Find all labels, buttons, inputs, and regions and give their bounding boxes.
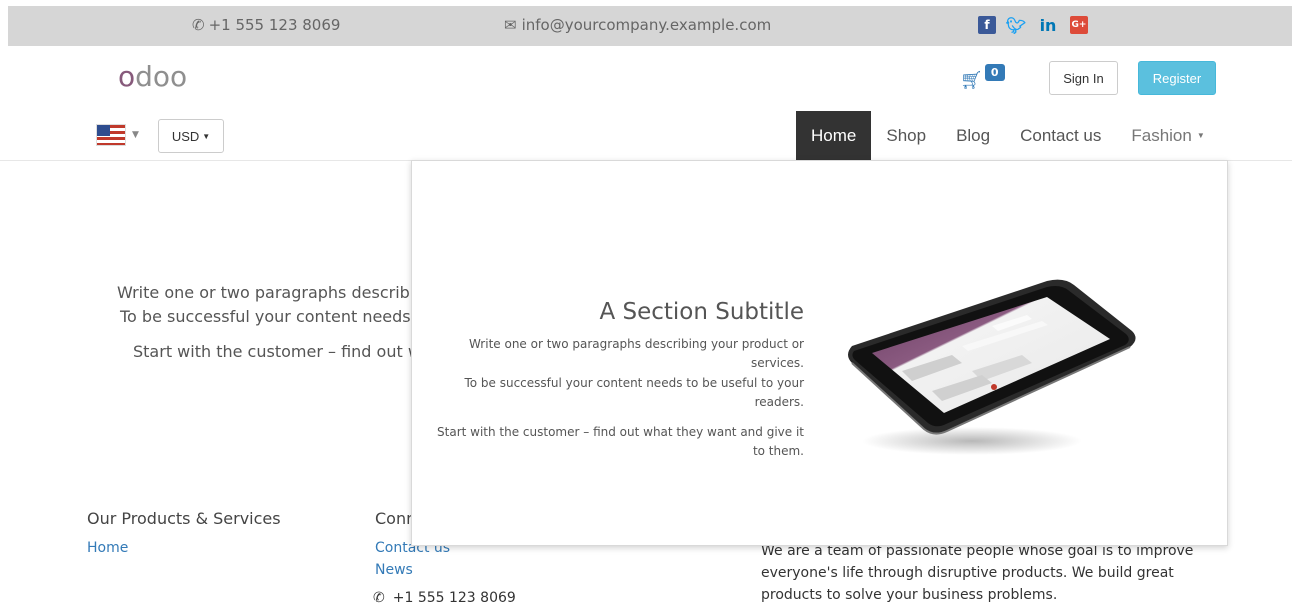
topbar-email-text[interactable]: info@yourcompany.example.com (522, 16, 772, 34)
linkedin-icon[interactable]: in (1036, 16, 1060, 35)
nav-contact-us[interactable]: Contact us (1005, 111, 1116, 160)
fashion-dropdown-panel: A Section Subtitle Write one or two para… (411, 160, 1228, 546)
topbar-phone: ✆ +1 555 123 8069 (192, 16, 340, 34)
nav-blog[interactable]: Blog (941, 111, 1005, 160)
language-selector[interactable] (96, 124, 126, 146)
logo-accent: o (118, 60, 136, 93)
main-nav: Home Shop Blog Contact us Fashion ▼ (796, 111, 1220, 160)
dropdown-paragraph: To be successful your content needs to b… (464, 376, 804, 409)
caret-down-icon[interactable]: ▼ (132, 130, 139, 140)
nav-fashion-label: Fashion (1131, 125, 1192, 145)
us-flag-icon (96, 124, 126, 146)
sign-in-button[interactable]: Sign In (1049, 61, 1118, 95)
cart-button[interactable]: 🛒︎ 0 (960, 64, 1005, 91)
logo-text: doo (135, 60, 188, 93)
tablet-image (848, 279, 1136, 455)
caret-down-icon: ▼ (202, 131, 211, 141)
site-logo[interactable]: odoo (118, 60, 187, 93)
nav-home[interactable]: Home (796, 111, 872, 160)
footer-about-text: We are a team of passionate people whose… (761, 543, 1194, 603)
nav-fashion-dropdown[interactable]: Fashion ▼ (1116, 111, 1219, 160)
topbar-email[interactable]: ✉ info@yourcompany.example.com (504, 16, 771, 34)
twitter-icon[interactable]: 🐦︎ (1006, 16, 1026, 35)
bg-paragraph-line: Start with the customer – find out w (133, 342, 421, 361)
top-contact-bar: ✆ +1 555 123 8069 ✉ info@yourcompany.exa… (8, 6, 1292, 46)
currency-selector[interactable]: USD ▼ (158, 119, 224, 153)
footer-phone-text: +1 555 123 8069 (392, 590, 516, 605)
register-button[interactable]: Register (1138, 61, 1216, 95)
cart-count-badge: 0 (984, 64, 1005, 81)
currency-label: USD (171, 128, 200, 144)
caret-down-icon: ▼ (1196, 131, 1205, 140)
nav-shop[interactable]: Shop (871, 111, 941, 160)
phone-icon: ✆ (192, 16, 205, 34)
cart-icon: 🛒︎ (960, 70, 983, 91)
facebook-icon[interactable]: f (978, 16, 996, 34)
footer-news-link[interactable]: News (375, 562, 413, 578)
bg-paragraph-line: To be successful your content needs (120, 307, 411, 326)
social-links: f 🐦︎ in G+ (978, 16, 1088, 35)
footer-phone: ✆ +1 555 123 8069 (373, 590, 516, 605)
google-plus-icon[interactable]: G+ (1070, 16, 1088, 34)
footer-home-link[interactable]: Home (87, 540, 128, 556)
section-subtitle: A Section Subtitle (599, 299, 804, 325)
footer-products-title: Our Products & Services (87, 509, 281, 528)
phone-icon: ✆ (373, 590, 385, 605)
dropdown-paragraph: Write one or two paragraphs describing y… (468, 337, 804, 370)
bg-paragraph-line: Write one or two paragraphs describi (117, 283, 415, 302)
envelope-icon: ✉ (504, 16, 517, 34)
topbar-phone-text: +1 555 123 8069 (208, 16, 341, 34)
dropdown-paragraph: Start with the customer – find out what … (437, 425, 804, 458)
